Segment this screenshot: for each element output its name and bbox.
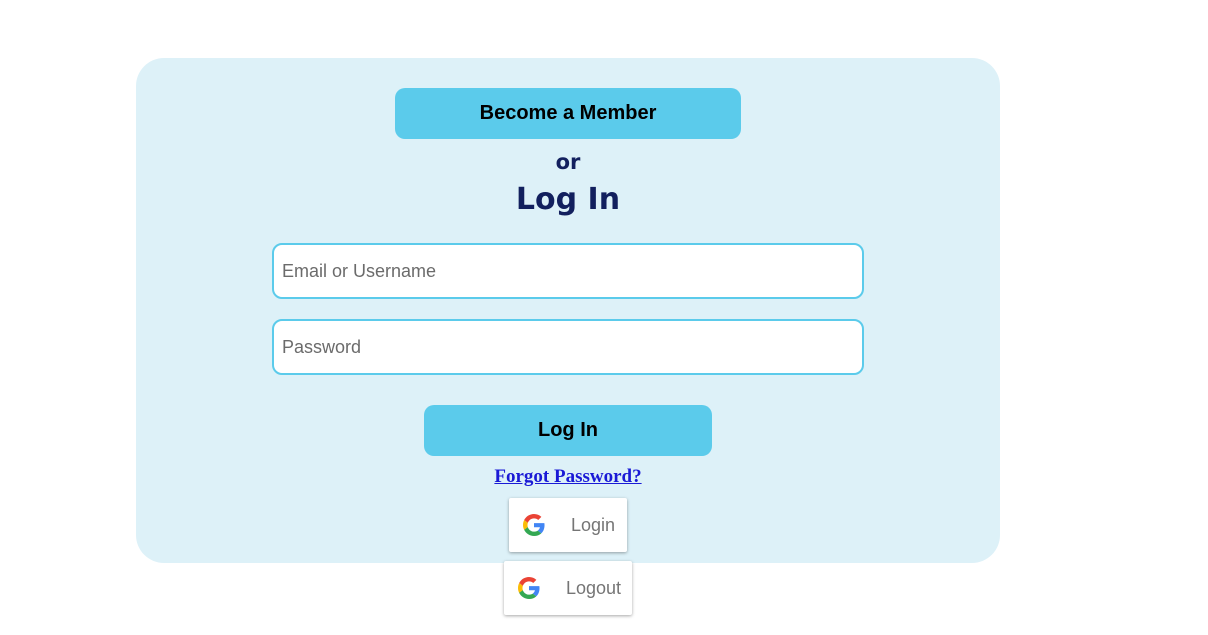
forgot-password-link[interactable]: Forgot Password?: [494, 466, 641, 487]
email-field[interactable]: [272, 243, 864, 299]
google-logout-button[interactable]: Logout: [504, 561, 632, 615]
google-g-icon: [518, 577, 540, 599]
google-login-button[interactable]: Login: [509, 498, 627, 552]
or-separator: or: [555, 150, 581, 174]
google-login-label: Login: [571, 514, 616, 535]
google-logout-label: Logout: [566, 577, 622, 598]
google-g-icon: [523, 514, 545, 536]
password-field[interactable]: [272, 319, 864, 375]
forgot-password-container: Forgot Password?: [136, 466, 1000, 488]
become-member-button[interactable]: Become a Member: [395, 88, 741, 139]
login-button[interactable]: Log In: [424, 405, 712, 456]
page-title: Log In: [515, 182, 621, 217]
